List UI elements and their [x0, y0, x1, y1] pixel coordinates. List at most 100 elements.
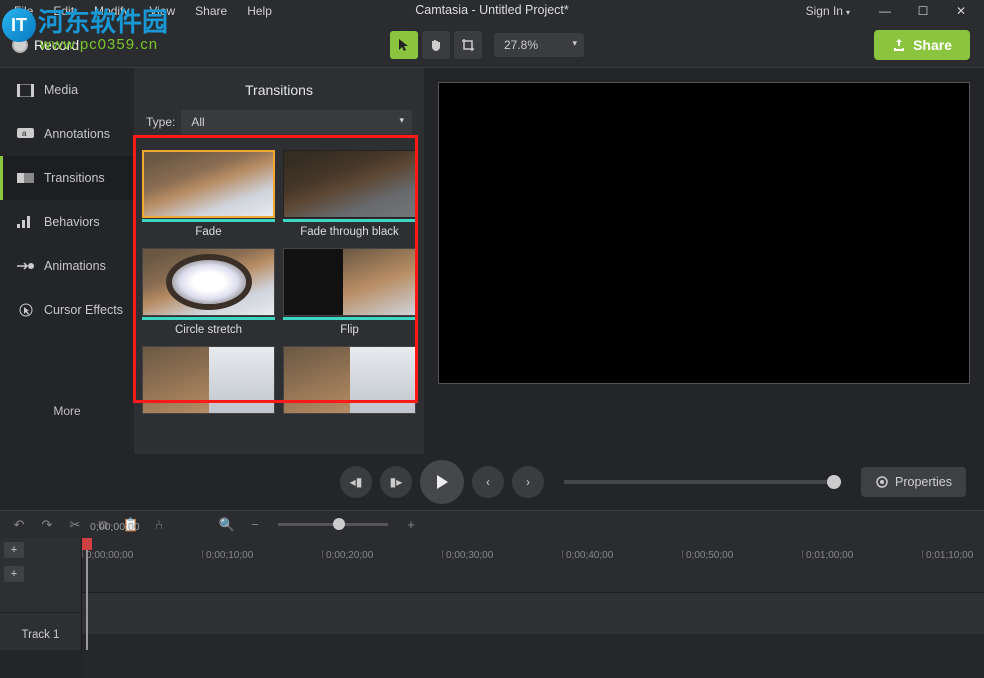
record-button[interactable]: Record — [12, 37, 79, 53]
prev-marker-button[interactable]: ‹ — [472, 466, 504, 498]
thumb-caption: Fade — [142, 226, 275, 238]
record-icon — [12, 37, 28, 53]
ruler-tick: 0;00;10;00 — [202, 550, 253, 558]
sidebar-item-annotations[interactable]: a Annotations — [0, 112, 134, 156]
undo-button[interactable]: ↶ — [10, 517, 28, 533]
timeline-ruler[interactable]: 0;00;00;00 0;00;10;00 0;00;20;00 0;00;30… — [82, 538, 984, 564]
canvas-area — [424, 68, 984, 454]
thumb-image — [283, 346, 416, 414]
next-marker-button[interactable]: › — [512, 466, 544, 498]
menu-file[interactable]: File — [4, 2, 43, 20]
transition-fade[interactable]: Fade — [142, 150, 275, 238]
sidebar-item-label: Behaviors — [44, 215, 100, 229]
zoom-select[interactable]: 27.8% — [494, 33, 584, 57]
svg-text:a: a — [22, 129, 27, 138]
ruler-tick: 0;00;30;00 — [442, 550, 493, 558]
share-button[interactable]: Share — [874, 30, 970, 60]
transition-circle-stretch[interactable]: Circle stretch — [142, 248, 275, 336]
zoom-out-button[interactable]: − — [246, 517, 264, 532]
add-track-button[interactable]: + — [4, 542, 24, 558]
panel-title: Transitions — [134, 76, 424, 108]
signin-button[interactable]: Sign In▾ — [790, 4, 866, 18]
sidebar-item-behaviors[interactable]: Behaviors — [0, 200, 134, 244]
timeline-body[interactable]: 0;00;00;00 0;00;00;00 0;00;10;00 0;00;20… — [82, 538, 984, 650]
thumb-caption: Flip — [283, 324, 416, 336]
main-area: Media a Annotations Transitions Behavior… — [0, 68, 984, 454]
current-timecode: 0;00;00;00 — [90, 521, 140, 533]
prev-frame-button[interactable]: ◂▮ — [340, 466, 372, 498]
media-icon — [17, 83, 34, 97]
sidebar-item-cursor-effects[interactable]: Cursor Effects — [0, 288, 134, 332]
record-label: Record — [34, 37, 79, 53]
add-marker-button[interactable]: + — [4, 566, 24, 582]
properties-button[interactable]: Properties — [861, 467, 966, 497]
timeline-toolbar: ↶ ↷ ✂ ⧉ 📋 ⑃ 🔍 − + — [0, 510, 984, 538]
next-frame-button[interactable]: ▮▸ — [380, 466, 412, 498]
sidebar-item-transitions[interactable]: Transitions — [0, 156, 134, 200]
menu-modify[interactable]: Modify — [84, 2, 139, 20]
ruler-tick: 0;01;10;00 — [922, 550, 973, 558]
timeline-track-headers: + + Track 1 — [0, 538, 82, 650]
animations-icon — [17, 259, 34, 273]
cut-button[interactable]: ✂ — [66, 517, 84, 533]
transition-item[interactable] — [283, 346, 416, 414]
play-button[interactable] — [420, 460, 464, 504]
maximize-button[interactable]: ☐ — [904, 4, 942, 18]
thumb-caption: Fade through black — [283, 226, 416, 238]
thumb-image — [142, 346, 275, 414]
split-button[interactable]: ⑃ — [150, 517, 168, 532]
menu-edit[interactable]: Edit — [43, 2, 84, 20]
gear-icon — [875, 475, 889, 489]
sidebar-item-label: Annotations — [44, 127, 110, 141]
type-label: Type: — [146, 115, 175, 129]
cursor-effects-icon — [17, 303, 34, 317]
sidebar-item-label: Transitions — [44, 171, 105, 185]
timeline-zoom-slider[interactable] — [278, 523, 388, 526]
menu-share[interactable]: Share — [185, 2, 237, 20]
thumb-caption: Circle stretch — [142, 324, 275, 336]
menu-help[interactable]: Help — [237, 2, 282, 20]
zoom-fit-icon[interactable]: 🔍 — [218, 517, 236, 533]
transitions-panel: Transitions Type: All Fade Fade through … — [134, 68, 424, 454]
ruler-tick: 0;00;40;00 — [562, 550, 613, 558]
menu-view[interactable]: View — [139, 2, 185, 20]
thumb-image — [142, 248, 275, 316]
tracks-area[interactable] — [82, 592, 984, 678]
track-header[interactable]: Track 1 — [0, 612, 81, 656]
sidebar-item-label: Media — [44, 83, 78, 97]
track-row[interactable] — [82, 592, 984, 634]
transitions-icon — [17, 171, 34, 185]
zoom-in-button[interactable]: + — [402, 517, 420, 532]
progress-slider[interactable] — [564, 480, 841, 484]
select-tool[interactable] — [390, 31, 418, 59]
thumb-image — [283, 248, 416, 316]
timeline: + + Track 1 0;00;00;00 0;00;00;00 0;00;1… — [0, 538, 984, 650]
transition-item[interactable] — [142, 346, 275, 414]
transition-fade-through-black[interactable]: Fade through black — [283, 150, 416, 238]
behaviors-icon — [17, 215, 34, 229]
playback-bar: ◂▮ ▮▸ ‹ › Properties — [0, 454, 984, 510]
pan-tool[interactable] — [422, 31, 450, 59]
sidebar-item-label: Animations — [44, 259, 106, 273]
ruler-tick: 0;01;00;00 — [802, 550, 853, 558]
sidebar: Media a Annotations Transitions Behavior… — [0, 68, 134, 454]
preview-canvas[interactable] — [438, 82, 970, 384]
redo-button[interactable]: ↷ — [38, 517, 56, 533]
menubar: File Edit Modify View Share Help Camtasi… — [0, 0, 984, 22]
ruler-tick: 0;00;20;00 — [322, 550, 373, 558]
annotations-icon: a — [17, 127, 34, 141]
type-select[interactable]: All — [181, 110, 412, 134]
minimize-button[interactable]: — — [866, 4, 904, 18]
sidebar-item-label: Cursor Effects — [44, 303, 123, 317]
app-title: Camtasia - Untitled Project* — [415, 3, 569, 17]
sidebar-item-media[interactable]: Media — [0, 68, 134, 112]
sidebar-item-animations[interactable]: Animations — [0, 244, 134, 288]
ruler-tick: 0;00;00;00 — [82, 550, 133, 558]
toolbar: Record 27.8% Share — [0, 22, 984, 68]
close-button[interactable]: ✕ — [942, 4, 980, 18]
crop-tool[interactable] — [454, 31, 482, 59]
ruler-tick: 0;00;50;00 — [682, 550, 733, 558]
transition-flip[interactable]: Flip — [283, 248, 416, 336]
sidebar-more[interactable]: More — [0, 392, 134, 430]
thumb-image — [283, 150, 416, 218]
